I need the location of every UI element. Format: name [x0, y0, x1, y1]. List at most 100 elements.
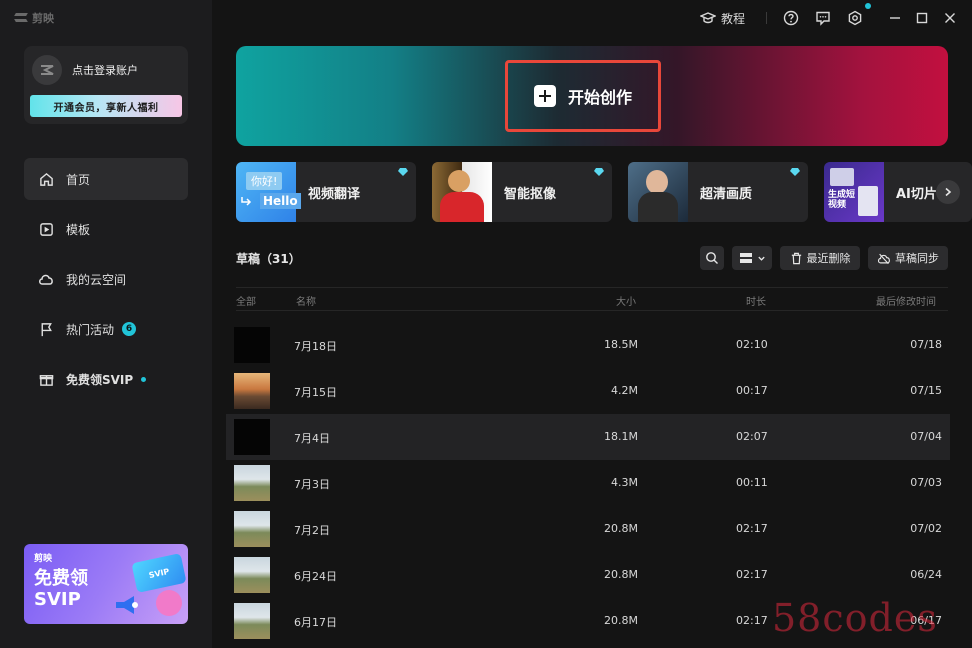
template-icon	[38, 221, 54, 237]
feedback-icon	[816, 11, 830, 26]
draft-name: 6月17日	[294, 616, 337, 629]
draft-sync-label: 草稿同步	[895, 252, 939, 265]
gift-icon	[38, 371, 54, 387]
feature-label: 视频翻译	[308, 187, 361, 202]
draft-duration: 00:11	[736, 476, 768, 489]
draft-duration: 02:17	[736, 522, 768, 535]
app-logo-text: 剪映	[32, 12, 54, 25]
feedback-button[interactable]	[815, 9, 831, 27]
size-column-header[interactable]: 大小	[616, 293, 636, 308]
table-row[interactable]: 7月4日 18.1M 02:07 07/04	[226, 414, 950, 460]
thumb-text-bottom: Hello	[260, 193, 301, 209]
feature-card-smart-cutout[interactable]: 智能抠像	[432, 162, 612, 222]
sidebar-item-home[interactable]: 首页	[24, 158, 188, 200]
draft-modified: 06/24	[910, 568, 942, 581]
vip-promo-button[interactable]: 开通会员，享新人福利	[30, 95, 182, 117]
portrait-face-icon	[646, 170, 668, 194]
smart-cutout-thumbnail	[432, 162, 492, 222]
drafts-table-header: 全部 名称 大小 时长 最后修改时间	[236, 287, 948, 311]
feature-card-video-translate[interactable]: 你好! Hello 视频翻译	[236, 162, 416, 222]
sidebar-item-cloud[interactable]: 我的云空间	[24, 258, 188, 300]
portrait-body-icon	[638, 192, 678, 222]
plus-icon	[533, 85, 556, 107]
trash-icon	[791, 252, 801, 264]
draft-name: 7月2日	[294, 524, 330, 537]
start-creating-button[interactable]: 开始创作	[505, 60, 661, 132]
features-next-button[interactable]	[936, 180, 960, 204]
draft-thumbnail[interactable]	[234, 511, 270, 547]
chevron-down-icon	[757, 256, 765, 261]
tutorial-button[interactable]: 教程	[700, 9, 745, 27]
sidebar-item-label: 模板	[66, 222, 91, 237]
chevron-right-icon	[945, 187, 952, 197]
clip-frame-icon	[858, 186, 878, 216]
sidebar-item-templates[interactable]: 模板	[24, 208, 188, 250]
duration-column-header[interactable]: 时长	[746, 293, 766, 308]
close-button[interactable]	[943, 9, 957, 27]
draft-thumbnail[interactable]	[234, 327, 270, 363]
draft-sync-button[interactable]: 草稿同步	[868, 246, 948, 270]
draft-duration: 00:17	[736, 384, 768, 397]
drafts-title: 草稿（31）	[236, 252, 301, 266]
sidebar-item-events[interactable]: 热门活动 6	[24, 308, 188, 350]
draft-size: 20.8M	[604, 614, 638, 627]
thumb-text-top: 你好!	[246, 172, 283, 190]
name-column-header[interactable]: 名称	[296, 293, 316, 308]
table-row[interactable]: 7月2日 20.8M 02:17 07/02	[226, 506, 950, 552]
help-button[interactable]	[783, 9, 799, 27]
avatar[interactable]	[32, 55, 62, 85]
hd-quality-thumbnail	[628, 162, 688, 222]
table-row[interactable]: 7月18日 18.5M 02:10 07/18	[226, 322, 950, 368]
search-button[interactable]	[700, 246, 724, 270]
maximize-button[interactable]	[915, 9, 929, 27]
start-creating-label: 开始创作	[567, 88, 632, 107]
draft-thumbnail[interactable]	[234, 419, 270, 455]
table-row[interactable]: 6月24日 20.8M 02:17 06/24	[226, 552, 950, 598]
cloud-icon	[38, 271, 54, 287]
svip-card-icon: SVIP	[131, 553, 187, 593]
capcut-avatar-icon	[41, 65, 54, 75]
draft-size: 4.2M	[611, 384, 638, 397]
sidebar-item-free-svip[interactable]: 免费领SVIP	[24, 358, 188, 400]
recently-deleted-button[interactable]: 最近删除	[780, 246, 860, 270]
person-body-icon	[440, 192, 484, 222]
title-bar-divider	[766, 12, 767, 24]
minimize-icon	[890, 17, 900, 19]
draft-thumbnail[interactable]	[234, 373, 270, 409]
draft-duration: 02:17	[736, 568, 768, 581]
minimize-button[interactable]	[888, 9, 902, 27]
sidebar-item-label: 热门活动	[66, 322, 115, 337]
graduation-cap-icon	[700, 12, 716, 24]
settings-button[interactable]	[847, 9, 863, 27]
draft-name: 7月15日	[294, 386, 337, 399]
feature-card-hd-quality[interactable]: 超清画质	[628, 162, 808, 222]
draft-thumbnail[interactable]	[234, 557, 270, 593]
draft-size: 18.1M	[604, 430, 638, 443]
select-all-header[interactable]: 全部	[236, 293, 256, 308]
draft-thumbnail[interactable]	[234, 465, 270, 501]
thumb-text: 生成短视频	[828, 190, 856, 210]
sidebar-item-label: 我的云空间	[66, 272, 127, 287]
modified-column-header[interactable]: 最后修改时间	[876, 293, 936, 308]
draft-size: 20.8M	[604, 568, 638, 581]
table-row[interactable]: 7月3日 4.3M 00:11 07/03	[226, 460, 950, 506]
draft-name: 6月24日	[294, 570, 337, 583]
promo-brand: 剪映	[34, 554, 53, 564]
svip-promo-banner[interactable]: 剪映 免费领SVIP SVIP	[24, 544, 188, 624]
tutorial-label: 教程	[721, 11, 746, 26]
help-icon	[783, 10, 799, 26]
draft-size: 20.8M	[604, 522, 638, 535]
draft-modified: 07/02	[910, 522, 942, 535]
sidebar-nav: 首页 模板 我的云空间 热门活动 6 免费领SVIP	[24, 158, 188, 408]
login-link[interactable]: 点击登录账户	[72, 62, 138, 78]
draft-modified: 07/04	[910, 430, 942, 443]
table-row[interactable]: 7月15日 4.2M 00:17 07/15	[226, 368, 950, 414]
draft-duration: 02:10	[736, 338, 768, 351]
feature-label: 智能抠像	[504, 187, 557, 202]
promo-title: 免费领SVIP	[34, 568, 88, 610]
sidebar: 剪映 点击登录账户 开通会员，享新人福利 首页 模板 我的云空间 热门活动 6 …	[0, 0, 212, 648]
settings-notification-dot	[865, 3, 871, 9]
view-mode-dropdown[interactable]	[732, 246, 772, 270]
account-card: 点击登录账户 开通会员，享新人福利	[24, 46, 188, 124]
draft-thumbnail[interactable]	[234, 603, 270, 639]
